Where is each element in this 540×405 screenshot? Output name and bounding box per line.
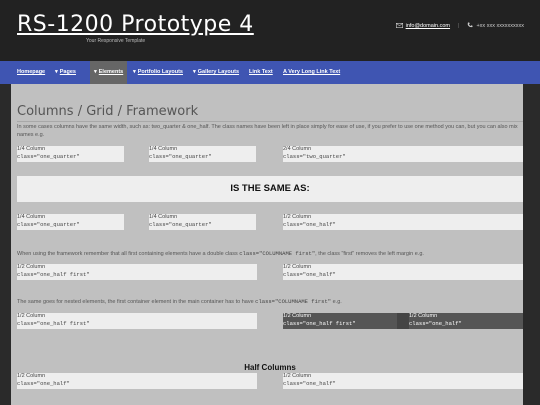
column-class: class="one_half first" [17,271,90,278]
chevron-down-icon: ▾ [133,69,136,75]
column-box: 1/2 Column class="one_half" [283,214,523,230]
column-box: 1/4 Column class="one_quarter" [17,214,124,230]
column-box: 1/2 Column class="one_half" [283,373,523,389]
envelope-icon [395,22,406,30]
nav-item-pages[interactable]: ▾ Pages [55,61,76,84]
column-label: 1/4 Column [17,146,46,152]
column-label: 1/4 Column [17,214,46,220]
column-class: class="one_half" [283,221,336,228]
column-class: class="one_quarter" [149,221,212,228]
nested-paragraph: The same goes for nested elements, the f… [17,298,342,305]
column-label: 1/2 Column [283,373,312,379]
phone-number: +xx xxx xxxxxxxxxx [476,23,524,29]
column-label: 1/2 Column [409,313,438,319]
column-class: class="one_quarter" [17,153,80,160]
left-rail [0,84,11,405]
column-box: 1/4 Column class="one_quarter" [149,146,256,162]
intro-paragraph: In some cases columns have the same widt… [17,124,518,138]
nav-item-elements[interactable]: ▾ Elements [90,61,128,84]
column-label: 1/2 Column [283,214,312,220]
chevron-down-icon: ▾ [193,69,196,75]
column-class: class="one_quarter" [149,153,212,160]
right-rail [523,84,540,405]
site-tagline: Your Responsive Template [86,38,146,44]
column-class: class="one_half first" [283,320,356,327]
main-nav: Homepage ▾ Pages ▾ Elements ▾ Portfolio Lay… [0,61,540,84]
column-class: class="one_half" [283,380,336,387]
nav-item-long-link-text[interactable]: A Very Long Link Text [283,61,340,84]
nested-column-box: 1/2 Column class="one_half" [409,313,523,329]
same-as-heading: IS THE SAME AS: [230,183,310,194]
nav-item-homepage[interactable]: Homepage [17,61,45,84]
column-label: 1/2 Column [283,313,312,319]
column-box: 1/2 Column class="one_half" [17,373,257,389]
title-divider [17,121,523,122]
phone-icon [467,22,476,30]
column-label: 2/4 Column [283,146,312,152]
main-content: Columns / Grid / Framework In some cases… [11,84,523,405]
column-label: 1/4 Column [149,214,178,220]
column-label: 1/4 Column [149,146,178,152]
column-class: class="two_quarter" [283,153,346,160]
same-as-banner: IS THE SAME AS: [17,176,523,202]
column-class: class="one_half" [409,320,462,327]
nav-item-gallery-layouts[interactable]: ▾ Gallery Layouts [193,61,239,84]
column-label: 1/2 Column [17,373,46,379]
nested-gutter [397,313,409,329]
column-box: 1/2 Column class="one_half first" [17,313,257,329]
nav-item-link-text[interactable]: Link Text [249,61,273,84]
column-label: 1/2 Column [283,264,312,270]
column-box: 1/2 Column class="one_half" [283,264,523,280]
column-box: 1/4 Column class="one_quarter" [149,214,256,230]
contact-divider: | [458,23,460,29]
column-class: class="one_half first" [17,320,90,327]
column-class: class="one_quarter" [17,221,80,228]
column-box: 1/2 Column class="one_half first" [17,264,257,280]
nested-column-box: 1/2 Column class="one_half first" [283,313,397,329]
half-columns-heading: Half Columns [244,363,296,372]
column-box: 1/4 Column class="one_quarter" [17,146,124,162]
email-link[interactable]: info@domain.com [406,23,450,29]
column-label: 1/2 Column [17,264,46,270]
chevron-down-icon: ▾ [55,69,58,75]
chevron-down-icon: ▾ [94,69,97,75]
column-label: 1/2 Column [17,313,46,319]
nav-item-portfolio-layouts[interactable]: ▾ Portfolio Layouts [133,61,183,84]
site-logo[interactable]: RS-1200 Prototype 4 [17,12,254,37]
contact-bar: info@domain.com | +xx xxx xxxxxxxxxx [395,22,524,30]
column-box: 2/4 Column class="two_quarter" [283,146,523,162]
page-title: Columns / Grid / Framework [17,104,199,119]
column-class: class="one_half" [17,380,70,387]
column-class: class="one_half" [283,271,336,278]
site-header: RS-1200 Prototype 4 Your Responsive Temp… [0,0,540,61]
first-class-paragraph: When using the framework remember that a… [17,250,424,257]
